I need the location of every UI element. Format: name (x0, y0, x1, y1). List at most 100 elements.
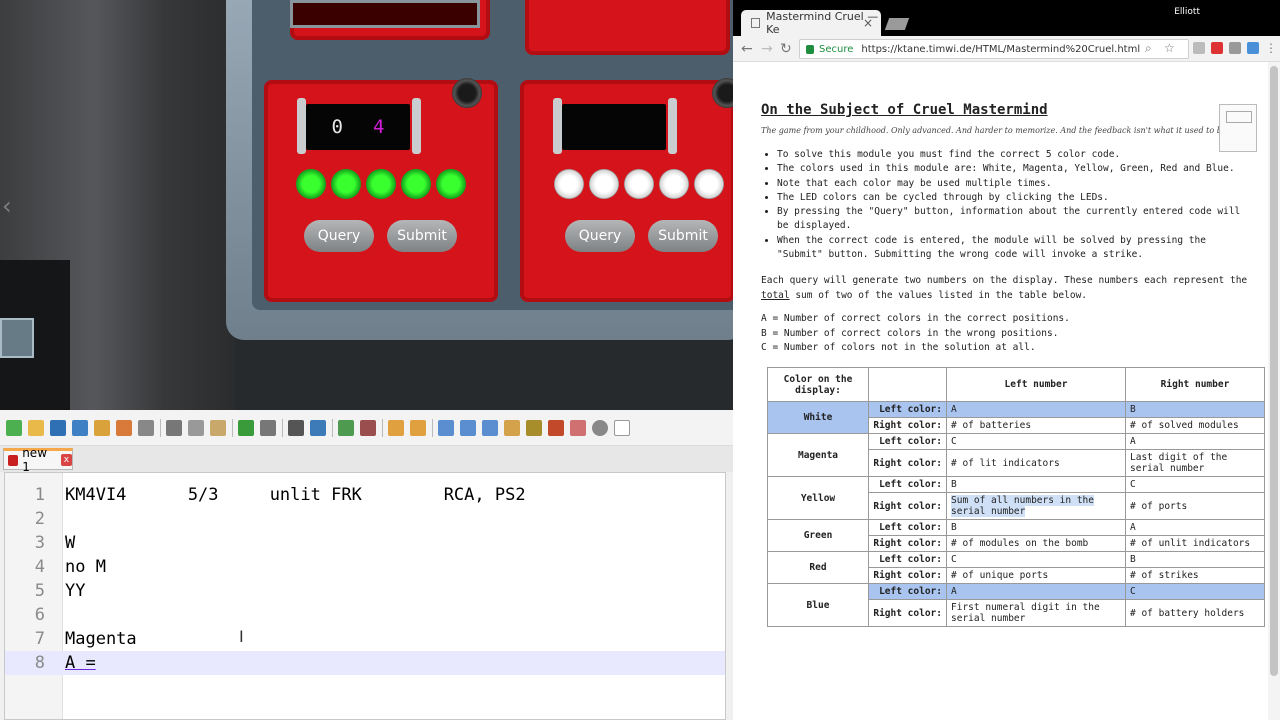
history-icon[interactable] (1193, 42, 1205, 54)
new-tab-button[interactable] (884, 18, 910, 30)
led-4[interactable] (659, 169, 689, 199)
tab-label: new 1 (22, 446, 48, 474)
open-file-icon[interactable] (28, 419, 44, 436)
submit-button[interactable]: Submit (648, 220, 718, 252)
profile-name[interactable]: Elliott (1174, 7, 1200, 17)
show-all-characters-icon[interactable] (460, 419, 476, 436)
color-cell: Red (767, 551, 869, 584)
extension-icon[interactable] (1211, 42, 1223, 54)
line-text: no M (65, 557, 106, 577)
close-icon[interactable] (94, 419, 110, 436)
copy-icon[interactable] (188, 419, 204, 436)
query-button[interactable]: Query (304, 220, 374, 252)
record-macro-icon[interactable] (592, 419, 608, 436)
replace-icon[interactable] (310, 419, 326, 436)
extension-icon[interactable] (1229, 42, 1241, 54)
document-map-icon[interactable] (548, 419, 564, 436)
right-number-cell: # of strikes (1125, 567, 1265, 584)
line-text: YY (65, 581, 86, 601)
forward-icon[interactable]: → (761, 41, 773, 57)
function-list-icon[interactable] (504, 419, 520, 436)
new-file-icon[interactable] (6, 419, 22, 436)
address-bar-row: ← → ↻ Secure https://ktane.timwi.de/HTML… (733, 36, 1280, 62)
notepad-window: new 1 x 1 KM4VI4 5/3 unlit FRK RCA, PS2 2… (0, 410, 733, 720)
browser-tab[interactable]: Mastermind Cruel — Ke × (741, 10, 881, 36)
tab-new-1[interactable]: new 1 x (3, 446, 73, 474)
print-icon[interactable] (138, 419, 154, 436)
display-right-number: 4 (373, 116, 385, 138)
left-number-cell: B (946, 476, 1126, 493)
editor-line: 1 KM4VI4 5/3 unlit FRK RCA, PS2 (5, 483, 725, 507)
left-color-label: Left color: (868, 583, 947, 600)
status-light-icon (452, 78, 482, 108)
led-4[interactable] (401, 169, 431, 199)
led-1[interactable] (296, 169, 326, 199)
sync-horizontal-icon[interactable] (410, 419, 426, 436)
folder-workspace-icon[interactable] (526, 419, 542, 436)
address-input[interactable]: Secure https://ktane.timwi.de/HTML/Maste… (799, 39, 1189, 59)
list-item: To solve this module you must find the c… (777, 148, 1241, 162)
led-3[interactable] (366, 169, 396, 199)
display-bracket (668, 98, 677, 154)
cut-icon[interactable] (166, 419, 182, 436)
save-icon[interactable] (50, 419, 66, 436)
left-number-cell: # of batteries (946, 417, 1126, 434)
zoom-out-icon[interactable] (360, 419, 376, 436)
left-number-cell: B (946, 519, 1126, 536)
definition-b: B = Number of correct colors in the wron… (761, 327, 1059, 339)
line-text: W (65, 533, 76, 553)
redo-icon[interactable] (260, 419, 276, 436)
reload-icon[interactable]: ↻ (780, 41, 792, 57)
word-wrap-icon[interactable] (438, 419, 454, 436)
led-1[interactable] (554, 169, 584, 199)
page-scrollbar[interactable] (1268, 62, 1280, 720)
bookmark-star-icon[interactable]: ☆ (1164, 41, 1175, 55)
browser-titlebar: Mastermind Cruel — Ke × Elliott (733, 0, 1280, 36)
tab-bar: new 1 x (0, 446, 733, 474)
right-number-cell: B (1125, 401, 1265, 418)
page-favicon-icon (751, 18, 761, 28)
led-5[interactable] (694, 169, 724, 199)
led-2[interactable] (331, 169, 361, 199)
chevron-left-icon[interactable]: ‹ (2, 192, 12, 220)
left-color-label: Left color: (868, 476, 947, 493)
right-number-cell: # of unlit indicators (1125, 535, 1265, 552)
line-text: A = (65, 653, 96, 673)
right-number-cell: C (1125, 476, 1265, 493)
line-number: 2 (34, 509, 45, 529)
extension-icon[interactable] (1247, 42, 1259, 54)
query-button[interactable]: Query (565, 220, 635, 252)
find-icon[interactable] (288, 419, 304, 436)
led-3[interactable] (624, 169, 654, 199)
led-5[interactable] (436, 169, 466, 199)
indent-guide-icon[interactable] (482, 419, 498, 436)
back-icon[interactable]: ← (741, 41, 753, 57)
tab-close-icon[interactable]: × (863, 16, 873, 30)
monitoring-icon[interactable] (570, 419, 586, 436)
right-number-cell: # of solved modules (1125, 417, 1265, 434)
tab-close-icon[interactable]: x (60, 454, 72, 466)
led-2[interactable] (589, 169, 619, 199)
module-diagram-icon (1219, 104, 1257, 152)
editor-line-current: 8 A = (5, 651, 725, 675)
paste-icon[interactable] (210, 419, 226, 436)
color-cell: White (767, 401, 869, 434)
right-color-label: Right color: (868, 567, 947, 584)
text-editor[interactable]: 1 KM4VI4 5/3 unlit FRK RCA, PS2 2 3W 4 no … (4, 472, 726, 720)
menu-icon[interactable]: ⋮ (1265, 41, 1277, 55)
stop-record-icon[interactable] (614, 419, 630, 436)
line-number: 1 (34, 485, 45, 505)
submit-button[interactable]: Submit (387, 220, 457, 252)
table-row: White Left color: A B (767, 401, 1265, 434)
table-row: Yellow Left color: B C (767, 476, 1265, 520)
save-all-icon[interactable] (72, 419, 88, 436)
scrollbar-thumb[interactable] (1270, 66, 1278, 676)
undo-icon[interactable] (238, 419, 254, 436)
close-all-icon[interactable] (116, 419, 132, 436)
game-view[interactable]: ‹ 0 4 Query Submit Query Submit (0, 0, 733, 410)
list-item: Note that each color may be used multipl… (777, 177, 1241, 191)
zoom-in-icon[interactable] (338, 419, 354, 436)
left-number-cell: # of unique ports (946, 567, 1126, 584)
sync-vertical-icon[interactable] (388, 419, 404, 436)
zoom-icon[interactable]: ⌕ (1145, 41, 1152, 56)
